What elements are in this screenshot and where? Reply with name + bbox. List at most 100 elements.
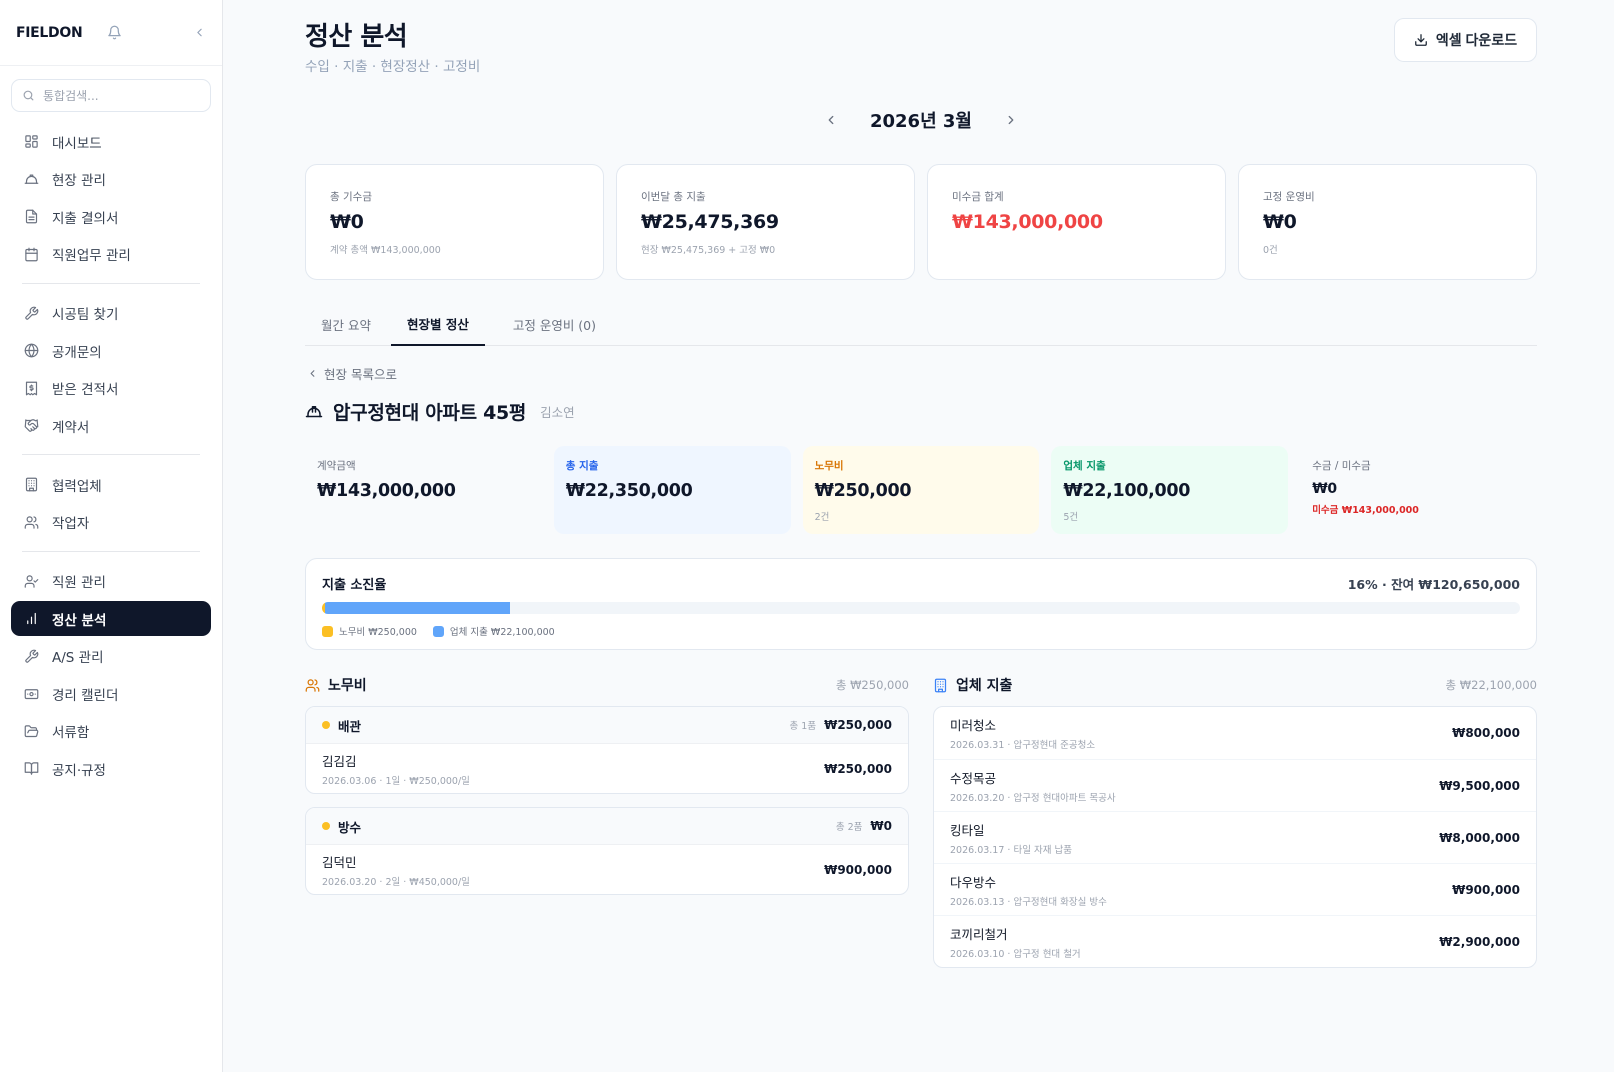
users-icon xyxy=(24,515,39,530)
vendor-detail: 2026.03.31 · 압구정현대 준공청소 xyxy=(950,740,1096,751)
summary-stats: 총 기수금 ₩0 계약 총액 ₩143,000,000 이번달 총 지출 ₩25,475… xyxy=(305,164,1537,280)
sidebar-item[interactable]: 계약서 xyxy=(11,408,211,443)
worker-detail: 2026.03.20 · 2일 · ₩450,000/일 xyxy=(322,876,470,888)
stat-card: 이번달 총 지출 ₩25,475,369 현장 ₩25,475,369 + 고정 ₩… xyxy=(616,164,915,280)
tab[interactable]: 고정 운영비 (0) xyxy=(505,302,604,346)
stat-value: ₩25,475,369 xyxy=(641,211,779,233)
list-item[interactable]: 다우방수 2026.03.13 · 압구정현대 화장실 방수 ₩900,000 xyxy=(934,863,1536,915)
burn-legend: 노무비 ₩250,000 업체 지출 ₩22,100,000 xyxy=(322,624,1520,638)
sidebar-item[interactable]: 현장 관리 xyxy=(11,162,211,197)
sidebar-item[interactable]: 지출 결의서 xyxy=(11,199,211,234)
burn-progress-bar xyxy=(322,602,1520,614)
handshake-icon xyxy=(24,418,39,433)
brand-logo[interactable]: FIELDON xyxy=(16,25,83,41)
document-icon xyxy=(24,209,39,224)
burn-vendor-segment xyxy=(325,602,511,614)
sidebar-item[interactable]: 공개문의 xyxy=(11,333,211,368)
vendor-detail: 2026.03.20 · 압구정 현대아파트 목공사 xyxy=(950,792,1116,804)
labor-group: 배관 총 1품 ₩250,000 김김김 2026.03.06 · 1일 · ₩250,… xyxy=(305,706,909,794)
next-month-icon[interactable] xyxy=(991,113,1031,127)
kpi-label: 계약금액 xyxy=(317,460,356,472)
kpi-value: ₩143,000,000 xyxy=(317,481,456,501)
sidebar-item[interactable]: 받은 견적서 xyxy=(11,371,211,406)
kpi-card: 총 지출 ₩22,350,000 xyxy=(553,446,791,534)
site-kpis: 계약금액 ₩143,000,000 총 지출 ₩22,350,000 노무비 ₩250,0… xyxy=(305,446,1537,534)
vendor-name: 코끼리철거 xyxy=(950,926,1008,942)
row-amount: ₩9,500,000 xyxy=(1439,778,1520,793)
sidebar-nav: 대시보드현장 관리 지출 결의서 직원업무 관리시공팀 찾기공개문의 받은 견적서 계약… xyxy=(0,124,222,786)
legend-labor-swatch xyxy=(322,625,333,637)
excel-download-label: 엑셀 다운로드 xyxy=(1435,32,1518,48)
sidebar-item[interactable]: 직원 관리 xyxy=(11,564,211,599)
worker-name: 김덕민 xyxy=(322,854,357,870)
hardhat-icon xyxy=(24,172,39,187)
stat-card: 고정 운영비 ₩0 0건 xyxy=(1238,164,1537,280)
sidebar-item-label: 대시보드 xyxy=(52,135,102,152)
burn-summary: 16% · 잔여 ₩120,650,000 xyxy=(1347,577,1520,592)
nav-divider xyxy=(22,550,200,552)
legend-vendor-swatch xyxy=(432,625,444,637)
tab[interactable]: 현장별 정산 xyxy=(390,302,485,346)
site-manager: 김소연 xyxy=(540,405,575,420)
stat-card: 미수금 합계 ₩143,000,000 xyxy=(927,164,1226,280)
list-item[interactable]: 수정목공 2026.03.20 · 압구정 현대아파트 목공사 ₩9,500,000 xyxy=(934,759,1536,811)
tab[interactable]: 월간 요약 xyxy=(313,302,379,346)
nav-group: 협력업체작업자 xyxy=(0,467,222,540)
sidebar-item[interactable]: 정산 분석 xyxy=(11,601,211,636)
sidebar-item[interactable]: 대시보드 xyxy=(11,124,211,159)
worker-name: 김김김 xyxy=(322,753,357,769)
list-item[interactable]: 김덕민 2026.03.20 · 2일 · ₩450,000/일 ₩900,000 xyxy=(306,845,908,894)
bell-icon[interactable] xyxy=(107,25,122,40)
nav-group: 대시보드현장 관리 지출 결의서 직원업무 관리 xyxy=(0,124,222,272)
wrench-icon xyxy=(24,649,39,664)
list-item[interactable]: 킹타일 2026.03.17 · 타일 자재 납품 ₩8,000,000 xyxy=(934,811,1536,863)
list-item[interactable]: 미러청소 2026.03.31 · 압구정현대 준공청소 ₩800,000 xyxy=(934,707,1536,759)
back-to-sites-link[interactable]: 현장 목록으로 xyxy=(307,364,397,383)
download-icon xyxy=(1414,33,1428,47)
collapse-sidebar-icon[interactable] xyxy=(193,26,206,39)
sidebar-item[interactable]: 작업자 xyxy=(11,505,211,540)
sidebar-item-label: 직원 관리 xyxy=(52,575,106,591)
worker-detail: 2026.03.06 · 1일 · ₩250,000/일 xyxy=(322,775,470,787)
receipt-icon xyxy=(24,381,39,396)
list-item[interactable]: 김김김 2026.03.06 · 1일 · ₩250,000/일 ₩250,000 xyxy=(306,744,908,793)
kpi-card: 수금 / 미수금 ₩0 미수금 ₩143,000,000 xyxy=(1300,446,1537,534)
calendar-icon xyxy=(24,247,39,262)
search-input[interactable] xyxy=(43,88,193,103)
sidebar-item[interactable]: 서류함 xyxy=(11,714,211,749)
sidebar-item[interactable]: 시공팀 찾기 xyxy=(11,296,211,331)
sidebar-item[interactable]: 직원업무 관리 xyxy=(11,237,211,272)
nav-divider xyxy=(22,282,200,284)
labor-group-header[interactable]: 방수 총 2품 ₩0 xyxy=(306,808,908,845)
sidebar-item[interactable]: A/S 관리 xyxy=(11,639,211,674)
sidebar-item-label: 협력업체 xyxy=(52,478,102,495)
users-icon xyxy=(305,678,320,693)
kpi-note: 2건 xyxy=(814,512,830,523)
kpi-note: 5건 xyxy=(1063,512,1079,523)
kpi-value: ₩0 xyxy=(1312,481,1337,497)
sidebar-item[interactable]: 공지·규정 xyxy=(11,751,211,786)
month-navigator: 2026년 3월 xyxy=(305,107,1537,133)
stat-label: 미수금 합계 xyxy=(952,191,1004,203)
main-content: 정산 분석 수입 · 지출 · 현장정산 · 고정비 엑셀 다운로드 2026년… xyxy=(305,0,1537,1072)
kpi-card: 업체 지출 ₩22,100,000 5건 xyxy=(1051,446,1289,534)
sidebar-item-label: 경리 캘린더 xyxy=(52,687,119,704)
group-name: 방수 xyxy=(338,819,362,835)
group-meta: 총 2품 xyxy=(835,822,863,833)
sidebar-item[interactable]: 협력업체 xyxy=(11,467,211,502)
list-item[interactable]: 코끼리철거 2026.03.10 · 압구정 현대 철거 ₩2,900,000 xyxy=(934,915,1536,967)
book-icon xyxy=(24,761,39,776)
labor-total: 총 ₩250,000 xyxy=(835,678,909,692)
excel-download-button[interactable]: 엑셀 다운로드 xyxy=(1394,18,1537,62)
labor-group-header[interactable]: 배관 총 1품 ₩250,000 xyxy=(306,707,908,744)
brand-row: FIELDON xyxy=(0,0,222,66)
row-amount: ₩250,000 xyxy=(824,761,892,776)
global-search[interactable] xyxy=(11,79,211,112)
sidebar-item-label: 시공팀 찾기 xyxy=(52,307,119,323)
expense-burn-card: 지출 소진율 16% · 잔여 ₩120,650,000 노무비 ₩250,00… xyxy=(305,558,1537,650)
row-amount: ₩900,000 xyxy=(824,862,892,877)
stat-label: 고정 운영비 xyxy=(1263,191,1315,203)
prev-month-icon[interactable] xyxy=(811,113,851,127)
sidebar-item[interactable]: 경리 캘린더 xyxy=(11,676,211,711)
labor-group: 방수 총 2품 ₩0 김덕민 2026.03.20 · 2일 · ₩450,000/일 ₩… xyxy=(305,807,909,895)
